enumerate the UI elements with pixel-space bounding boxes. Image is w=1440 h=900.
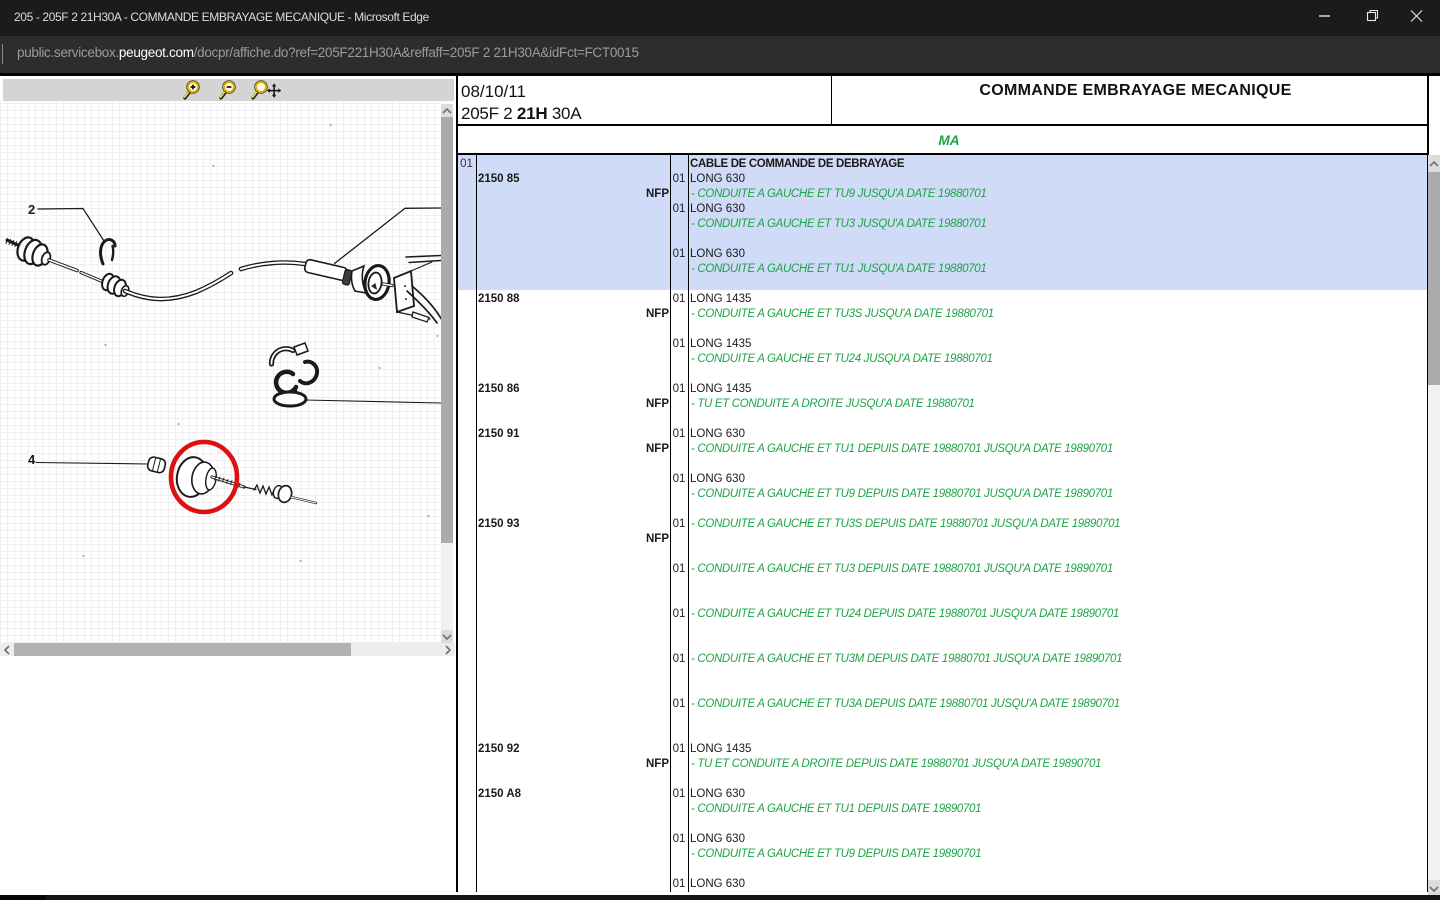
svg-text:4: 4 (28, 452, 36, 467)
svg-text:2: 2 (28, 202, 35, 217)
